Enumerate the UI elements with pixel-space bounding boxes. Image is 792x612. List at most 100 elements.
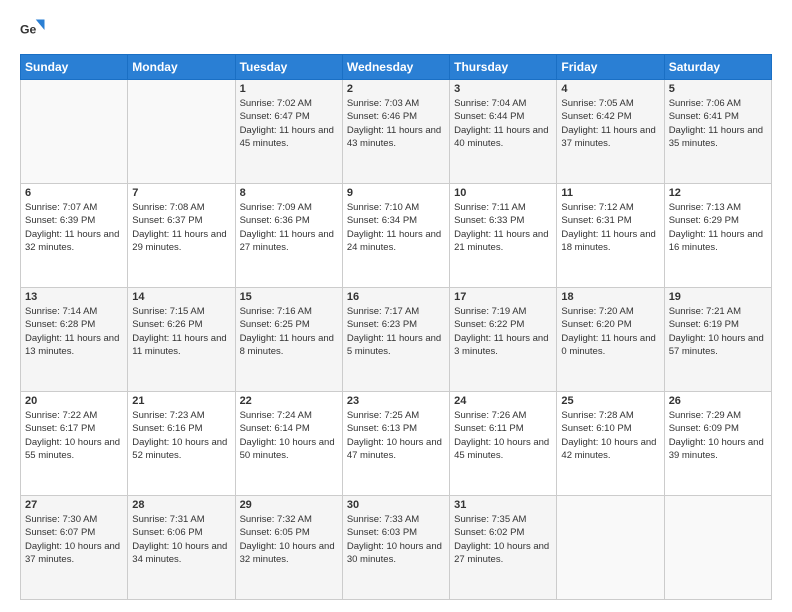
day-number: 15 (240, 291, 338, 303)
day-number: 3 (454, 83, 552, 95)
day-info: Sunrise: 7:28 AMSunset: 6:10 PMDaylight:… (561, 409, 659, 462)
calendar-cell: 31 Sunrise: 7:35 AMSunset: 6:02 PMDayligh… (450, 496, 557, 600)
day-number: 23 (347, 395, 445, 407)
weekday-header-tuesday: Tuesday (235, 55, 342, 80)
calendar-cell: 16 Sunrise: 7:17 AMSunset: 6:23 PMDayligh… (342, 288, 449, 392)
calendar-header: SundayMondayTuesdayWednesdayThursdayFrid… (21, 55, 772, 80)
calendar-cell: 8 Sunrise: 7:09 AMSunset: 6:36 PMDaylight… (235, 184, 342, 288)
day-info: Sunrise: 7:29 AMSunset: 6:09 PMDaylight:… (669, 409, 767, 462)
calendar-page: Ge SundayMondayTuesdayWednesdayThursdayF… (0, 0, 792, 612)
weekday-header-thursday: Thursday (450, 55, 557, 80)
day-number: 14 (132, 291, 230, 303)
calendar-cell: 29 Sunrise: 7:32 AMSunset: 6:05 PMDayligh… (235, 496, 342, 600)
day-number: 28 (132, 499, 230, 511)
day-info: Sunrise: 7:09 AMSunset: 6:36 PMDaylight:… (240, 201, 338, 254)
calendar-cell (128, 80, 235, 184)
week-row-2: 6 Sunrise: 7:07 AMSunset: 6:39 PMDaylight… (21, 184, 772, 288)
day-number: 5 (669, 83, 767, 95)
day-info: Sunrise: 7:13 AMSunset: 6:29 PMDaylight:… (669, 201, 767, 254)
week-row-1: 1Sunrise: 7:02 AMSunset: 6:47 PMDaylight… (21, 80, 772, 184)
day-info: Sunrise: 7:30 AMSunset: 6:07 PMDaylight:… (25, 513, 123, 566)
day-number: 27 (25, 499, 123, 511)
calendar-table: SundayMondayTuesdayWednesdayThursdayFrid… (20, 54, 772, 600)
calendar-cell: 19 Sunrise: 7:21 AMSunset: 6:19 PMDayligh… (664, 288, 771, 392)
header: Ge (20, 16, 772, 44)
calendar-cell: 6 Sunrise: 7:07 AMSunset: 6:39 PMDaylight… (21, 184, 128, 288)
day-number: 6 (25, 187, 123, 199)
calendar-cell: 28 Sunrise: 7:31 AMSunset: 6:06 PMDayligh… (128, 496, 235, 600)
day-info: Sunrise: 7:12 AMSunset: 6:31 PMDaylight:… (561, 201, 659, 254)
calendar-cell: 15 Sunrise: 7:16 AMSunset: 6:25 PMDayligh… (235, 288, 342, 392)
day-number: 21 (132, 395, 230, 407)
day-number: 7 (132, 187, 230, 199)
day-number: 13 (25, 291, 123, 303)
day-number: 29 (240, 499, 338, 511)
calendar-cell: 24Sunrise: 7:26 AMSunset: 6:11 PMDayligh… (450, 392, 557, 496)
day-number: 4 (561, 83, 659, 95)
calendar-cell (21, 80, 128, 184)
day-number: 26 (669, 395, 767, 407)
day-info: Sunrise: 7:26 AMSunset: 6:11 PMDaylight:… (454, 409, 552, 462)
calendar-cell: 26 Sunrise: 7:29 AMSunset: 6:09 PMDayligh… (664, 392, 771, 496)
day-info: Sunrise: 7:11 AMSunset: 6:33 PMDaylight:… (454, 201, 552, 254)
day-info: Sunrise: 7:16 AMSunset: 6:25 PMDaylight:… (240, 305, 338, 358)
day-info: Sunrise: 7:31 AMSunset: 6:06 PMDaylight:… (132, 513, 230, 566)
day-info: Sunrise: 7:10 AMSunset: 6:34 PMDaylight:… (347, 201, 445, 254)
calendar-cell: 25Sunrise: 7:28 AMSunset: 6:10 PMDayligh… (557, 392, 664, 496)
day-number: 19 (669, 291, 767, 303)
calendar-body: 1Sunrise: 7:02 AMSunset: 6:47 PMDaylight… (21, 80, 772, 600)
calendar-cell: 12 Sunrise: 7:13 AMSunset: 6:29 PMDayligh… (664, 184, 771, 288)
day-number: 1 (240, 83, 338, 95)
day-number: 11 (561, 187, 659, 199)
calendar-cell: 2Sunrise: 7:03 AMSunset: 6:46 PMDaylight… (342, 80, 449, 184)
day-info: Sunrise: 7:07 AMSunset: 6:39 PMDaylight:… (25, 201, 123, 254)
svg-text:Ge: Ge (20, 23, 37, 37)
day-info: Sunrise: 7:03 AMSunset: 6:46 PMDaylight:… (347, 97, 445, 150)
weekday-row: SundayMondayTuesdayWednesdayThursdayFrid… (21, 55, 772, 80)
day-number: 16 (347, 291, 445, 303)
day-number: 8 (240, 187, 338, 199)
week-row-3: 13 Sunrise: 7:14 AMSunset: 6:28 PMDayligh… (21, 288, 772, 392)
day-info: Sunrise: 7:14 AMSunset: 6:28 PMDaylight:… (25, 305, 123, 358)
logo-icon: Ge (20, 16, 48, 44)
day-number: 12 (669, 187, 767, 199)
calendar-cell: 9Sunrise: 7:10 AMSunset: 6:34 PMDaylight… (342, 184, 449, 288)
calendar-cell: 3 Sunrise: 7:04 AMSunset: 6:44 PMDaylight… (450, 80, 557, 184)
day-info: Sunrise: 7:21 AMSunset: 6:19 PMDaylight:… (669, 305, 767, 358)
weekday-header-saturday: Saturday (664, 55, 771, 80)
day-info: Sunrise: 7:17 AMSunset: 6:23 PMDaylight:… (347, 305, 445, 358)
day-number: 22 (240, 395, 338, 407)
weekday-header-monday: Monday (128, 55, 235, 80)
calendar-cell: 20Sunrise: 7:22 AMSunset: 6:17 PMDayligh… (21, 392, 128, 496)
day-info: Sunrise: 7:04 AMSunset: 6:44 PMDaylight:… (454, 97, 552, 150)
day-info: Sunrise: 7:20 AMSunset: 6:20 PMDaylight:… (561, 305, 659, 358)
day-number: 30 (347, 499, 445, 511)
weekday-header-sunday: Sunday (21, 55, 128, 80)
day-number: 17 (454, 291, 552, 303)
day-info: Sunrise: 7:05 AMSunset: 6:42 PMDaylight:… (561, 97, 659, 150)
calendar-cell: 27 Sunrise: 7:30 AMSunset: 6:07 PMDayligh… (21, 496, 128, 600)
calendar-cell: 10Sunrise: 7:11 AMSunset: 6:33 PMDayligh… (450, 184, 557, 288)
calendar-cell: 11 Sunrise: 7:12 AMSunset: 6:31 PMDayligh… (557, 184, 664, 288)
calendar-cell: 13 Sunrise: 7:14 AMSunset: 6:28 PMDayligh… (21, 288, 128, 392)
day-info: Sunrise: 7:25 AMSunset: 6:13 PMDaylight:… (347, 409, 445, 462)
day-info: Sunrise: 7:19 AMSunset: 6:22 PMDaylight:… (454, 305, 552, 358)
calendar-cell: 14 Sunrise: 7:15 AMSunset: 6:26 PMDayligh… (128, 288, 235, 392)
calendar-cell (557, 496, 664, 600)
weekday-header-friday: Friday (557, 55, 664, 80)
logo: Ge (20, 16, 52, 44)
calendar-cell: 30 Sunrise: 7:33 AMSunset: 6:03 PMDayligh… (342, 496, 449, 600)
day-info: Sunrise: 7:33 AMSunset: 6:03 PMDaylight:… (347, 513, 445, 566)
day-number: 31 (454, 499, 552, 511)
day-info: Sunrise: 7:32 AMSunset: 6:05 PMDaylight:… (240, 513, 338, 566)
calendar-cell: 1Sunrise: 7:02 AMSunset: 6:47 PMDaylight… (235, 80, 342, 184)
week-row-4: 20Sunrise: 7:22 AMSunset: 6:17 PMDayligh… (21, 392, 772, 496)
day-info: Sunrise: 7:06 AMSunset: 6:41 PMDaylight:… (669, 97, 767, 150)
day-info: Sunrise: 7:35 AMSunset: 6:02 PMDaylight:… (454, 513, 552, 566)
week-row-5: 27 Sunrise: 7:30 AMSunset: 6:07 PMDayligh… (21, 496, 772, 600)
calendar-cell: 22Sunrise: 7:24 AMSunset: 6:14 PMDayligh… (235, 392, 342, 496)
day-number: 20 (25, 395, 123, 407)
calendar-cell: 18Sunrise: 7:20 AMSunset: 6:20 PMDayligh… (557, 288, 664, 392)
calendar-cell: 5 Sunrise: 7:06 AMSunset: 6:41 PMDaylight… (664, 80, 771, 184)
day-info: Sunrise: 7:15 AMSunset: 6:26 PMDaylight:… (132, 305, 230, 358)
